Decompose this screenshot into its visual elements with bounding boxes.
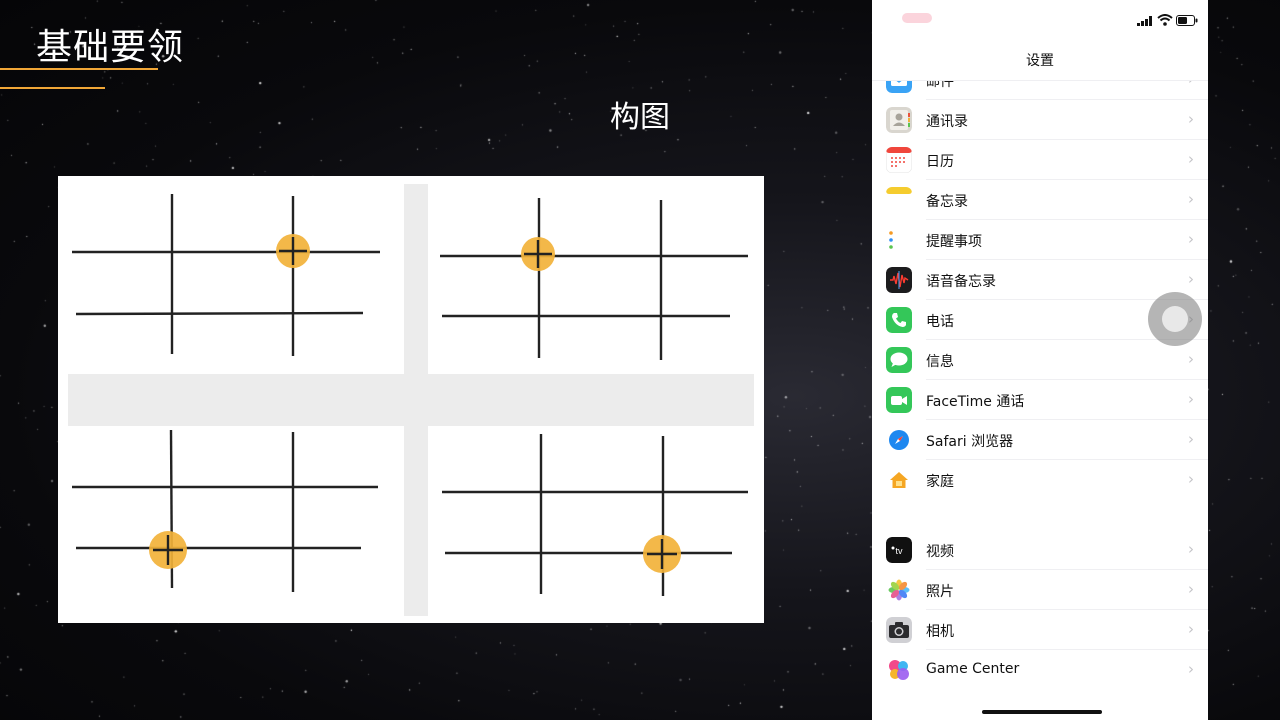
tv-icon: tv: [886, 537, 912, 563]
chevron-right-icon: ›: [1188, 190, 1194, 208]
chevron-right-icon: ›: [1188, 540, 1194, 558]
settings-row-label: 语音备忘录: [926, 274, 996, 290]
slide-subtitle: 构图: [610, 100, 670, 135]
signal-icon: [1137, 16, 1152, 26]
settings-row-label: 视频: [926, 544, 954, 560]
settings-row-contacts[interactable]: 通讯录 ›: [872, 100, 1208, 140]
assistive-touch-inner: [1162, 306, 1188, 332]
vertical-gutter: [404, 184, 428, 616]
chevron-right-icon: ›: [1188, 470, 1194, 488]
settings-row-label: 相机: [926, 624, 954, 640]
contacts-icon: [886, 107, 912, 133]
settings-row-camera[interactable]: 相机 ›: [872, 610, 1208, 650]
messages-icon: [886, 347, 912, 373]
svg-text:tv: tv: [895, 546, 903, 556]
battery-icon: [1176, 15, 1198, 26]
settings-row-game-center[interactable]: Game Center ›: [872, 650, 1208, 690]
wifi-icon: [1157, 14, 1173, 26]
chevron-right-icon: ›: [1188, 110, 1194, 128]
settings-row-label: 提醒事项: [926, 234, 982, 250]
home-icon: [886, 467, 912, 493]
home-indicator[interactable]: [982, 710, 1102, 714]
chevron-right-icon: ›: [1188, 390, 1194, 408]
chevron-right-icon: ›: [1188, 350, 1194, 368]
voice-memos-icon: [886, 267, 912, 293]
chevron-right-icon: ›: [1188, 230, 1194, 248]
phone-icon: [886, 307, 912, 333]
grid-line: [75, 311, 364, 316]
settings-row-photos[interactable]: 照片 ›: [872, 570, 1208, 610]
settings-row-notes[interactable]: 备忘录 ›: [872, 180, 1208, 220]
settings-row-tv[interactable]: tv 视频 ›: [872, 530, 1208, 570]
panel-bottom-left: [72, 429, 378, 592]
settings-row-safari[interactable]: Safari 浏览器 ›: [872, 420, 1208, 460]
settings-row-label: 电话: [926, 314, 954, 330]
slide-title: 基础要领: [36, 27, 185, 68]
status-bar: [872, 0, 1208, 40]
settings-row-label: Safari 浏览器: [926, 434, 1014, 450]
game-center-icon: [886, 657, 912, 683]
camera-icon: [886, 617, 912, 643]
settings-row-label: 通讯录: [926, 114, 968, 130]
nav-title: 设置: [1026, 53, 1054, 69]
settings-row-facetime[interactable]: FaceTime 通话 ›: [872, 380, 1208, 420]
settings-row-label: 日历: [926, 154, 954, 170]
settings-row-label: 家庭: [926, 474, 954, 490]
settings-row-home[interactable]: 家庭 ›: [872, 460, 1208, 500]
facetime-icon: [886, 387, 912, 413]
settings-row-label: FaceTime 通话: [926, 394, 1025, 410]
settings-row-messages[interactable]: 信息 ›: [872, 340, 1208, 380]
settings-row-voice-memos[interactable]: 语音备忘录 ›: [872, 260, 1208, 300]
safari-icon: [886, 427, 912, 453]
panel-top-left: [72, 194, 380, 356]
chevron-right-icon: ›: [1188, 580, 1194, 598]
settings-row-label: 备忘录: [926, 194, 968, 210]
photos-icon: [886, 577, 912, 603]
calendar-icon: [886, 147, 912, 173]
reminders-icon: [886, 227, 912, 253]
rule-of-thirds-figure: [58, 176, 764, 623]
settings-row-label: 信息: [926, 354, 954, 370]
panel-bottom-right: [442, 434, 748, 596]
settings-row-calendar[interactable]: 日历 ›: [872, 140, 1208, 180]
settings-row-reminders[interactable]: 提醒事项 ›: [872, 220, 1208, 260]
navigation-bar: 设置: [872, 40, 1208, 81]
settings-row-label: Game Center: [926, 661, 1020, 677]
rule-of-thirds-diagram: [68, 184, 754, 616]
group-separator: [872, 497, 1208, 533]
chevron-right-icon: ›: [1188, 150, 1194, 168]
assistive-touch-button[interactable]: [1148, 292, 1202, 346]
chevron-right-icon: ›: [1188, 620, 1194, 638]
panel-top-right: [440, 198, 748, 360]
notes-icon: [886, 187, 912, 213]
chevron-right-icon: ›: [1188, 270, 1194, 288]
status-pill: [902, 13, 932, 23]
chevron-right-icon: ›: [1188, 660, 1194, 678]
phone-settings-screen: 设置 邮件 › 通讯录 › 日历 ›: [872, 0, 1208, 720]
settings-row-label: 照片: [926, 584, 954, 600]
title-underline-short: [0, 87, 105, 89]
title-underline-long: [0, 68, 158, 70]
chevron-right-icon: ›: [1188, 430, 1194, 448]
